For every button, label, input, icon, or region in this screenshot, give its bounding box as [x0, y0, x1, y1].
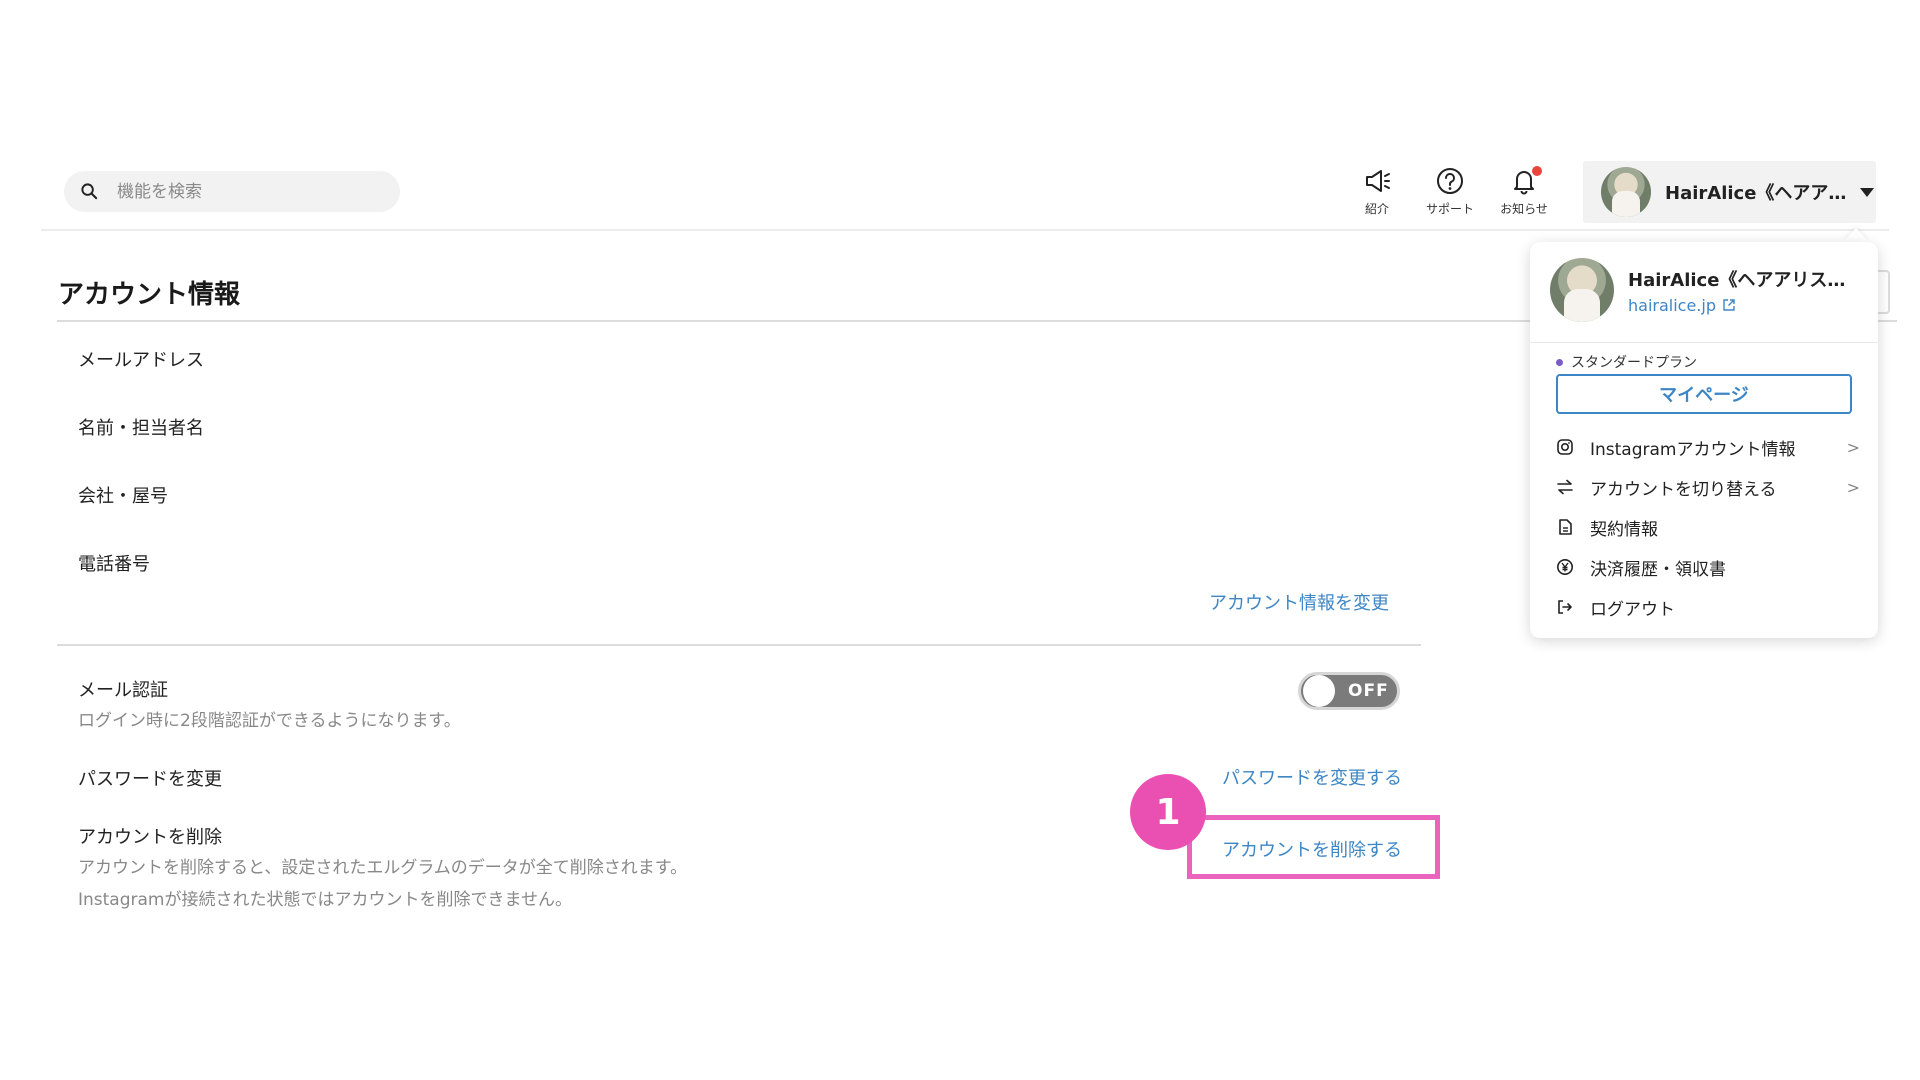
search-icon — [81, 183, 98, 200]
annotation-highlight-box — [1187, 815, 1440, 879]
mail-auth-toggle[interactable]: OFF — [1298, 672, 1400, 710]
toggle-knob — [1303, 675, 1335, 707]
dropdown-divider — [1530, 342, 1878, 343]
delete-account-note: Instagramが接続された状態ではアカウントを削除できません。 — [78, 890, 572, 910]
menu-item-label: ログアウト — [1590, 599, 1675, 620]
menu-item-label: 決済履歴・領収書 — [1590, 559, 1726, 580]
delete-account-description: アカウントを削除すると、設定されたエルグラムのデータが全て削除されます。 — [78, 858, 688, 878]
change-password-link[interactable]: パスワードを変更する — [1222, 764, 1402, 790]
intro-label: 紹介 — [1364, 202, 1389, 216]
header-divider — [41, 229, 1889, 231]
mypage-button[interactable]: マイページ — [1556, 374, 1852, 414]
plan-text: スタンダードプラン — [1571, 355, 1697, 371]
notification-dot — [1532, 166, 1542, 176]
account-menu-button[interactable]: HairAlice《ヘアア… — [1583, 161, 1876, 223]
document-icon — [1559, 519, 1572, 535]
dropdown-account-name: HairAlice《ヘアアリス… — [1628, 269, 1846, 291]
delete-account-title: アカウントを削除 — [78, 827, 222, 848]
toggle-state: OFF — [1348, 681, 1389, 701]
field-label-company: 会社・屋号 — [78, 486, 168, 507]
notifications-button[interactable]: お知らせ — [1489, 166, 1559, 217]
site-link-text: hairalice.jp — [1628, 295, 1716, 315]
chevron-right-icon: > — [1846, 437, 1860, 457]
mail-auth-title: メール認証 — [78, 680, 168, 701]
field-label-name: 名前・担当者名 — [78, 418, 204, 439]
plan-label: スタンダードプラン — [1556, 352, 1697, 372]
menu-item-instagram-account[interactable]: Instagramアカウント情報 > — [1556, 432, 1860, 462]
search-input[interactable] — [115, 180, 365, 203]
avatar — [1601, 167, 1651, 217]
help-circle-icon — [1437, 168, 1463, 194]
dropdown-avatar — [1550, 258, 1614, 322]
external-link-icon — [1723, 299, 1735, 311]
section-divider — [57, 644, 1421, 646]
caret-down-icon — [1860, 187, 1875, 197]
account-dropdown: HairAlice《ヘアアリス… hairalice.jp スタンダードプラン … — [1530, 242, 1878, 638]
support-label: サポート — [1425, 202, 1474, 216]
menu-item-logout[interactable]: ログアウト — [1556, 592, 1856, 622]
dropdown-header: HairAlice《ヘアアリス… hairalice.jp — [1550, 258, 1845, 322]
field-label-email: メールアドレス — [78, 350, 204, 371]
annotation-step-badge: 1 — [1130, 774, 1206, 850]
menu-item-contract-info[interactable]: 契約情報 — [1556, 512, 1856, 542]
site-link[interactable]: hairalice.jp — [1628, 296, 1845, 315]
instagram-icon — [1557, 439, 1573, 455]
menu-item-payment-history[interactable]: 決済履歴・領収書 — [1556, 552, 1856, 582]
megaphone-icon — [1366, 170, 1390, 192]
edit-account-info-link[interactable]: アカウント情報を変更 — [1209, 589, 1389, 615]
hidden-field-edge — [1876, 270, 1890, 314]
search-bar[interactable] — [64, 171, 400, 212]
yen-icon — [1557, 559, 1573, 575]
chevron-right-icon: > — [1846, 477, 1860, 497]
logout-icon — [1558, 600, 1572, 614]
page: 紹介 サポート お知らせ HairAlice《ヘアア… アカウント情報 メールア… — [0, 0, 1920, 1080]
menu-item-switch-account[interactable]: アカウントを切り替える > — [1556, 472, 1860, 502]
password-title: パスワードを変更 — [78, 769, 222, 790]
dropdown-pointer — [1843, 228, 1869, 242]
dropdown-account-info: HairAlice《ヘアアリス… hairalice.jp — [1628, 266, 1845, 315]
intro-button[interactable]: 紹介 — [1342, 166, 1412, 217]
account-name: HairAlice《ヘアア… — [1665, 183, 1847, 204]
field-label-phone: 電話番号 — [78, 554, 150, 575]
page-title: アカウント情報 — [58, 280, 241, 310]
switch-arrows-icon — [1557, 479, 1573, 495]
notifications-label: お知らせ — [1500, 202, 1548, 216]
mail-auth-description: ログイン時に2段階認証ができるようになります。 — [78, 711, 461, 731]
menu-item-label: 契約情報 — [1590, 519, 1658, 540]
menu-item-label: アカウントを切り替える — [1590, 479, 1777, 500]
plan-dot — [1556, 358, 1563, 366]
support-button[interactable]: サポート — [1415, 166, 1485, 217]
menu-item-label: Instagramアカウント情報 — [1590, 439, 1796, 460]
